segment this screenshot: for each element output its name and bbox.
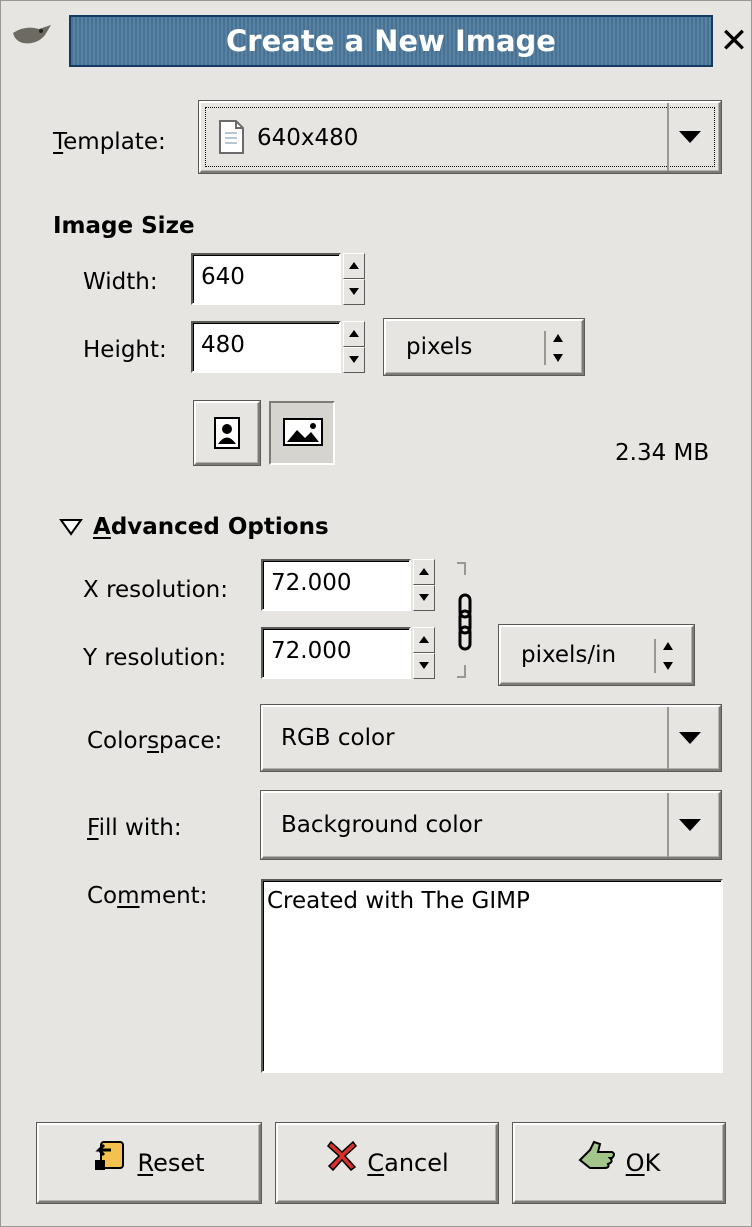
memory-size-label: 2.34 MB bbox=[615, 440, 710, 466]
template-label-rest: emplate: bbox=[63, 129, 166, 155]
portrait-button[interactable] bbox=[194, 401, 260, 465]
cancel-mnemonic: C bbox=[367, 1149, 385, 1177]
height-field[interactable]: 480 bbox=[191, 321, 341, 373]
ok-label: K bbox=[644, 1149, 661, 1177]
chevron-down-icon bbox=[667, 707, 707, 769]
width-label: Width: bbox=[83, 269, 158, 295]
colorspace-value: RGB color bbox=[281, 725, 395, 751]
ok-button[interactable]: OK bbox=[513, 1123, 725, 1203]
increment-icon[interactable] bbox=[413, 627, 435, 653]
comment-textarea[interactable]: Created with The GIMP bbox=[261, 879, 723, 1073]
colorspace-label-pre: Color bbox=[87, 728, 148, 754]
fill-with-label: Fill with: bbox=[87, 813, 182, 843]
colorspace-label: Colorspace: bbox=[87, 726, 222, 756]
y-resolution-spinner[interactable] bbox=[413, 627, 435, 679]
gimp-wilber-icon[interactable] bbox=[11, 23, 53, 47]
comment-label-mnemonic: m bbox=[117, 883, 140, 909]
width-spinner[interactable] bbox=[343, 253, 365, 305]
chevron-down-icon bbox=[667, 793, 707, 857]
ok-hand-icon bbox=[578, 1126, 618, 1202]
decrement-icon[interactable] bbox=[413, 653, 435, 679]
template-value: 640x480 bbox=[257, 125, 359, 151]
expander-triangle-icon[interactable] bbox=[59, 518, 83, 536]
reset-mnemonic: R bbox=[137, 1149, 154, 1177]
decrement-icon[interactable] bbox=[343, 347, 365, 373]
template-label: Template: bbox=[53, 127, 166, 157]
width-field[interactable]: 640 bbox=[191, 253, 341, 305]
advanced-options-expander[interactable]: Advanced Options bbox=[93, 512, 329, 542]
advanced-options-label: dvanced Options bbox=[110, 514, 329, 540]
reset-button[interactable]: Reset bbox=[37, 1123, 261, 1203]
chain-link-icon[interactable] bbox=[453, 561, 479, 679]
size-unit-select[interactable]: pixels bbox=[384, 319, 584, 375]
window-title: Create a New Image bbox=[69, 15, 713, 67]
comment-label-pre: Co bbox=[87, 883, 118, 909]
height-spinner[interactable] bbox=[343, 321, 365, 373]
fill-with-label-rest: ill with: bbox=[98, 815, 182, 841]
cancel-button[interactable]: Cancel bbox=[276, 1123, 498, 1203]
decrement-icon[interactable] bbox=[413, 585, 435, 611]
x-resolution-spinner[interactable] bbox=[413, 559, 435, 611]
resolution-unit-value: pixels/in bbox=[521, 642, 617, 668]
comment-label-post: ment: bbox=[139, 883, 208, 909]
colorspace-label-post: pace: bbox=[159, 728, 223, 754]
size-unit-value: pixels bbox=[406, 334, 473, 360]
chevron-down-icon bbox=[667, 103, 707, 171]
increment-icon[interactable] bbox=[343, 321, 365, 347]
document-icon bbox=[217, 119, 245, 155]
cancel-label: ancel bbox=[384, 1149, 449, 1177]
x-resolution-label: X resolution: bbox=[83, 577, 228, 603]
reset-icon bbox=[93, 1126, 129, 1202]
comment-label: Comment: bbox=[87, 881, 207, 911]
increment-icon[interactable] bbox=[343, 253, 365, 279]
x-resolution-field[interactable]: 72.000 bbox=[261, 559, 411, 611]
ok-mnemonic: O bbox=[625, 1149, 645, 1177]
portrait-icon bbox=[212, 417, 242, 449]
dialog-window: Create a New Image ✕ Template: 640x480 I… bbox=[0, 0, 752, 1227]
colorspace-label-mnemonic: s bbox=[147, 728, 160, 754]
updown-arrows-icon bbox=[544, 331, 568, 365]
fill-with-combo[interactable]: Background color bbox=[261, 791, 721, 859]
colorspace-combo[interactable]: RGB color bbox=[261, 705, 721, 771]
close-icon[interactable]: ✕ bbox=[715, 15, 752, 67]
advanced-options-mnemonic: A bbox=[93, 514, 111, 540]
image-size-heading: Image Size bbox=[53, 213, 195, 239]
decrement-icon[interactable] bbox=[343, 279, 365, 305]
landscape-button[interactable] bbox=[269, 401, 335, 465]
y-resolution-field[interactable]: 72.000 bbox=[261, 627, 411, 679]
updown-arrows-icon bbox=[654, 639, 678, 673]
template-label-mnemonic: T bbox=[53, 129, 64, 155]
resolution-unit-select[interactable]: pixels/in bbox=[499, 625, 694, 685]
increment-icon[interactable] bbox=[413, 559, 435, 585]
reset-label: eset bbox=[153, 1149, 205, 1177]
template-combo[interactable]: 640x480 bbox=[199, 101, 721, 173]
height-label: Height: bbox=[83, 337, 167, 363]
landscape-icon bbox=[283, 417, 323, 447]
fill-with-mnemonic: F bbox=[87, 815, 99, 841]
y-resolution-label: Y resolution: bbox=[83, 645, 227, 671]
cancel-x-icon bbox=[325, 1126, 359, 1202]
fill-with-value: Background color bbox=[281, 812, 483, 838]
